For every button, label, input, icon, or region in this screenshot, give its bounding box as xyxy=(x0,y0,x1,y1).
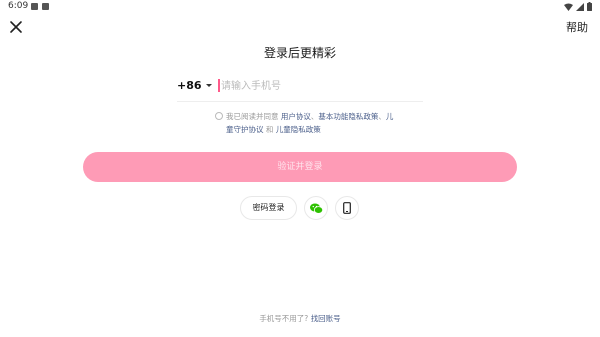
privacy-policy-link[interactable]: 基本功能隐私政策 xyxy=(318,112,378,121)
image-icon xyxy=(31,3,38,10)
close-icon xyxy=(10,21,22,33)
phone-row: +86 xyxy=(177,74,423,102)
status-time: 6:09 xyxy=(8,1,29,11)
phone-login-button[interactable] xyxy=(335,196,359,220)
agreement-and: 和 xyxy=(265,125,274,134)
wechat-login-button[interactable] xyxy=(304,196,328,220)
phone-device-icon xyxy=(343,202,351,214)
text-cursor xyxy=(218,79,220,92)
password-login-button[interactable]: 密码登录 xyxy=(240,196,297,220)
wifi-icon xyxy=(564,3,573,11)
status-bar: 6:09 xyxy=(0,0,600,14)
footer-question: 手机号不用了? xyxy=(259,314,309,323)
agreement-checkbox[interactable] xyxy=(215,112,223,120)
country-code-selector[interactable]: +86 xyxy=(177,79,212,92)
help-link[interactable]: 帮助 xyxy=(566,19,588,35)
verify-login-button[interactable]: 验证并登录 xyxy=(83,152,517,182)
agreement-sep-2: 、 xyxy=(378,112,386,121)
agreement-prefix: 我已阅读并同意 xyxy=(226,112,279,121)
country-code-label: +86 xyxy=(177,79,202,92)
status-icons-left xyxy=(31,3,49,10)
recover-account-link[interactable]: 找回账号 xyxy=(311,314,341,323)
phone-input[interactable] xyxy=(221,77,411,95)
page-title: 登录后更精彩 xyxy=(263,46,336,60)
child-privacy-link[interactable]: 儿童隐私政策 xyxy=(276,125,321,134)
agreement-block: 我已阅读并同意 用户协议、基本功能隐私政策、儿童守护协议 和 儿童隐私政策 xyxy=(215,110,395,136)
status-icons-right xyxy=(564,2,592,11)
footer: 手机号不用了? 找回账号 xyxy=(0,313,600,324)
user-agreement-link[interactable]: 用户协议 xyxy=(281,112,311,121)
a-icon xyxy=(42,3,49,10)
chevron-down-icon xyxy=(205,84,212,87)
battery-icon xyxy=(587,2,592,11)
signal-icon xyxy=(576,2,584,11)
close-button[interactable] xyxy=(9,19,23,33)
wechat-icon xyxy=(309,203,323,214)
